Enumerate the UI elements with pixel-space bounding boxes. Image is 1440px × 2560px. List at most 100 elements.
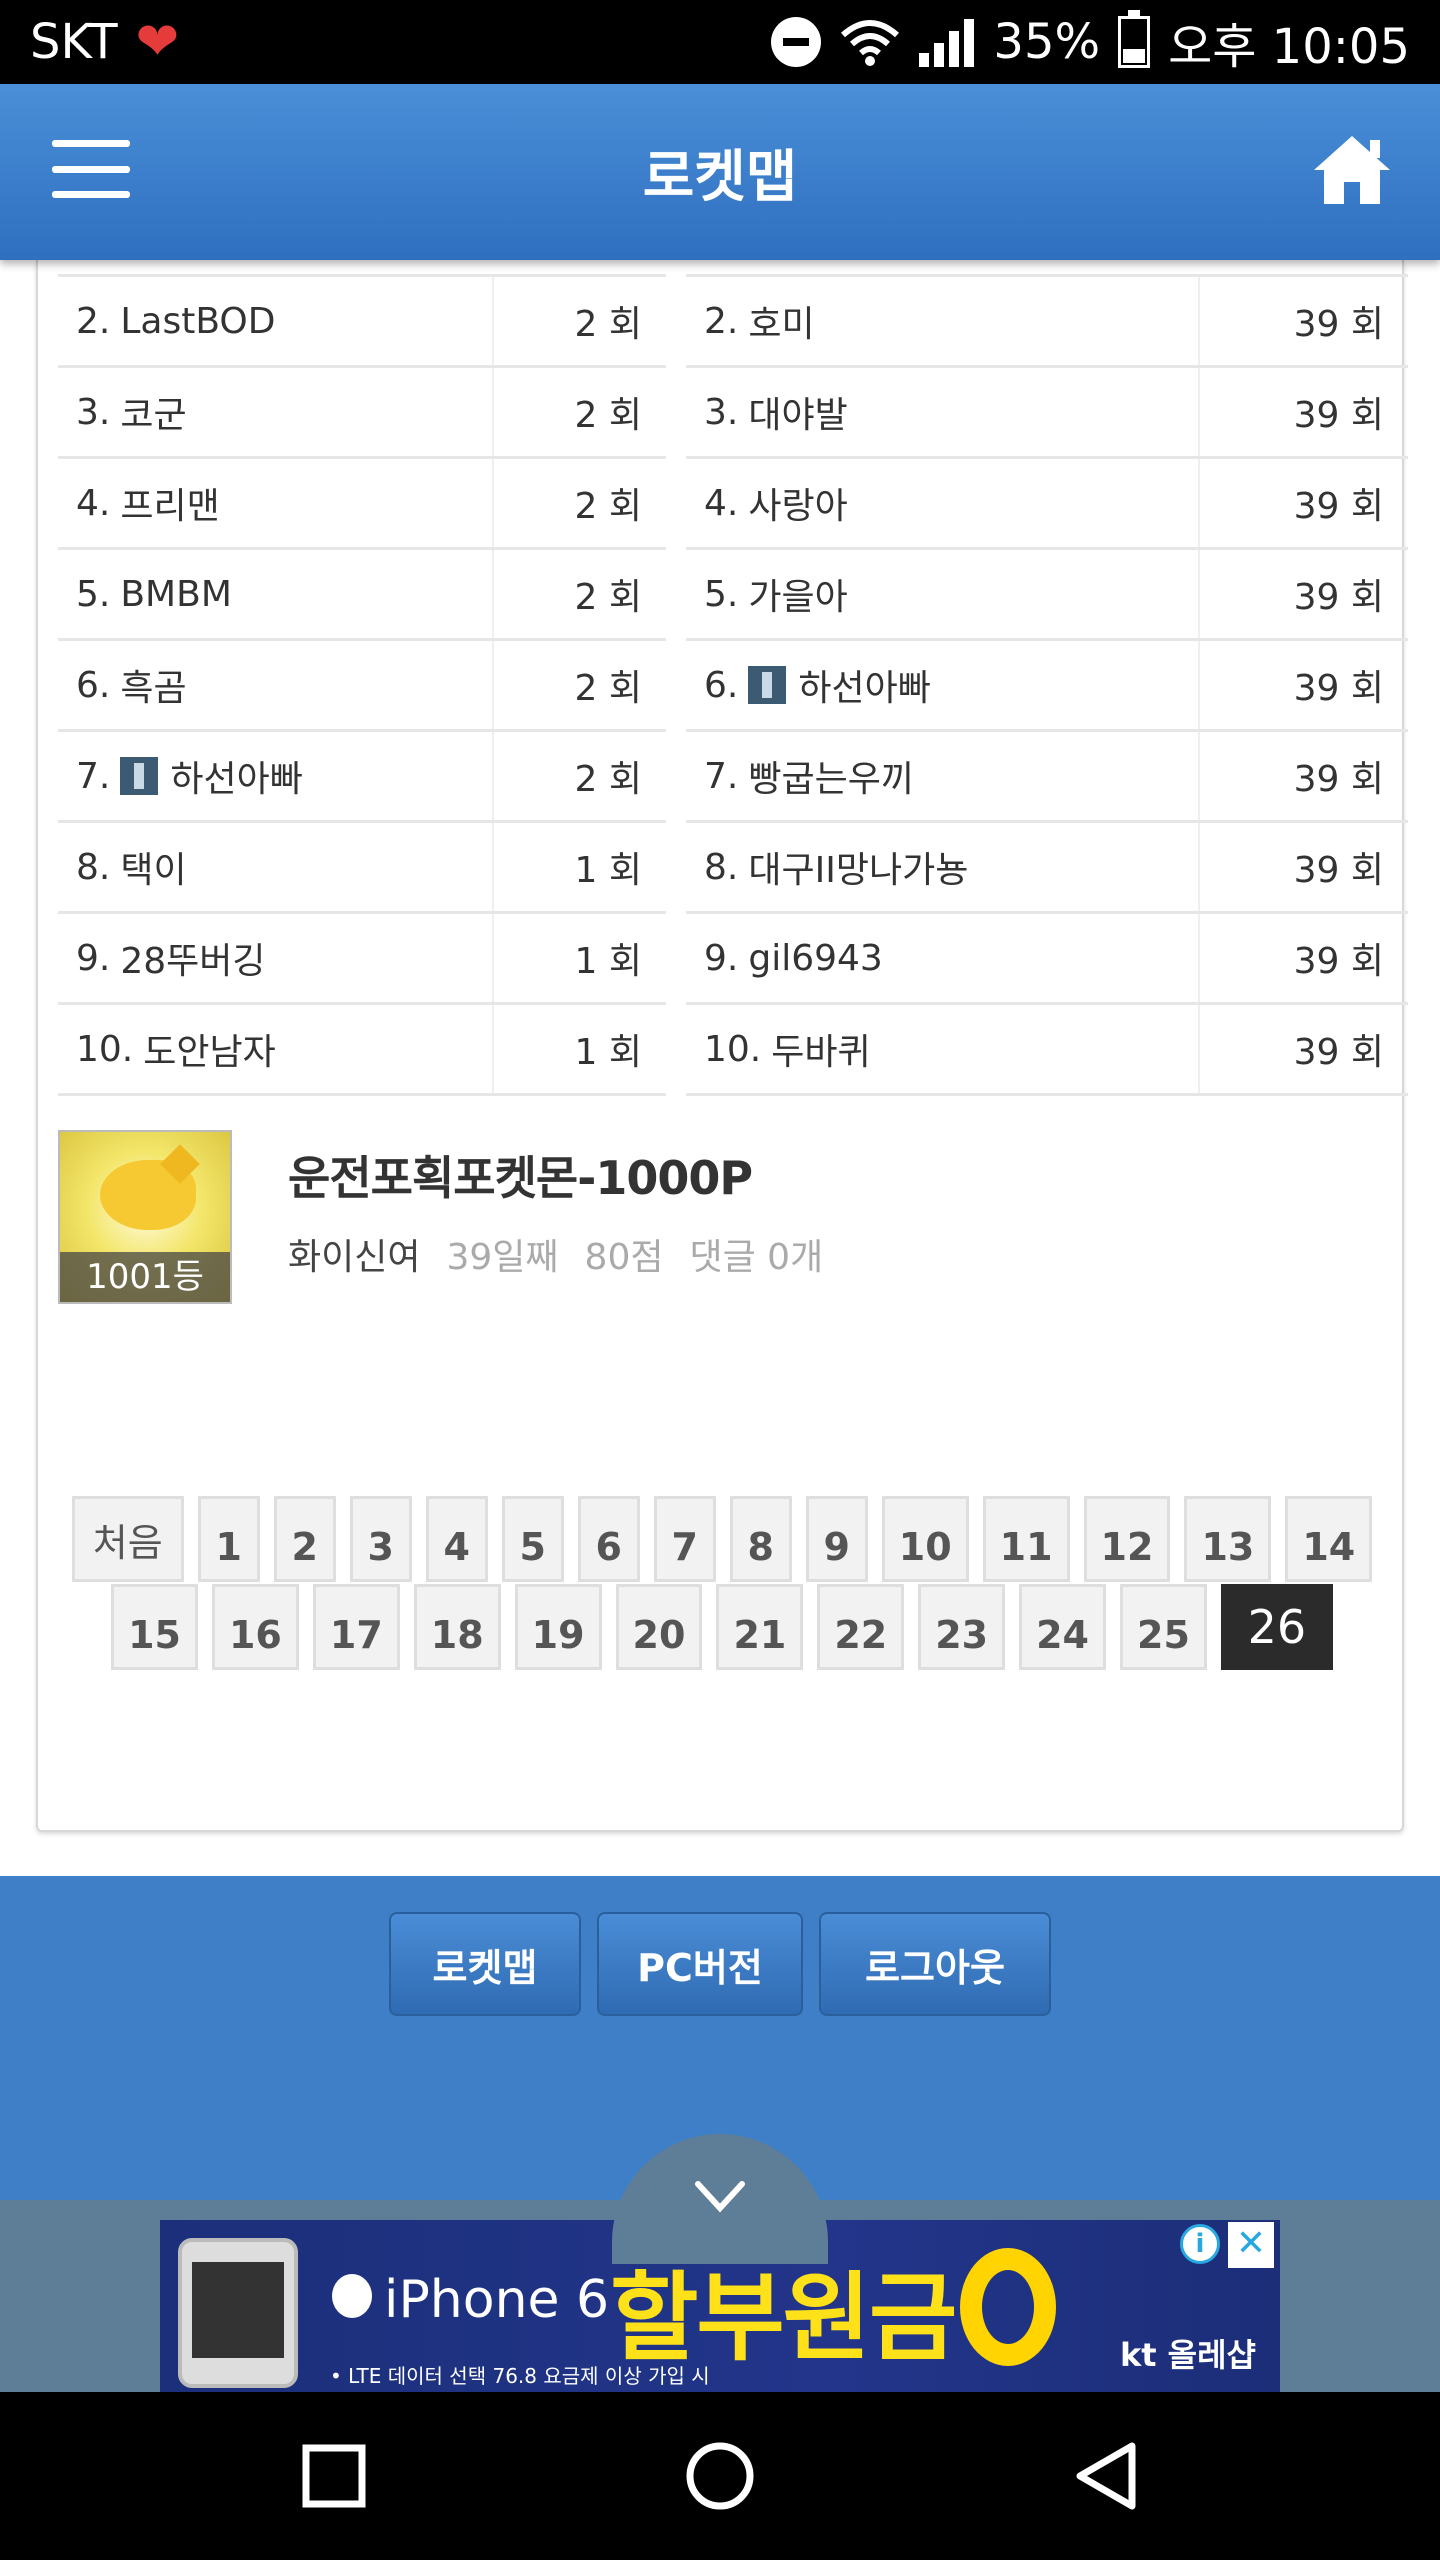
- rocketmap-button[interactable]: 로켓맵: [389, 1912, 581, 2016]
- post-points: 80점: [584, 1237, 664, 1278]
- page-button[interactable]: 20: [615, 1584, 703, 1670]
- ranking-name-cell: 4. 프리맨: [58, 459, 494, 547]
- page-button[interactable]: 16: [211, 1584, 299, 1670]
- page-button[interactable]: 10: [881, 1496, 969, 1582]
- page-button[interactable]: 25: [1120, 1584, 1207, 1670]
- first-page-button[interactable]: 처음: [71, 1496, 184, 1582]
- ranking-table-right: 2. 호미 39 회 3. 대야발 39 회 4. 사랑아 39 회 5. 가을아 39 회 6. 하선아…: [686, 274, 1408, 1096]
- page-button[interactable]: 15: [111, 1584, 198, 1670]
- page-button[interactable]: 19: [514, 1584, 602, 1670]
- ranking-table-left: 2. LastBOD 2 회 3. 코군 2 회 4. 프리맨 2 회 5. BMBM 2 회 6. 흑곰…: [58, 274, 666, 1096]
- ranking-row[interactable]: 7. 하선아빠 2 회: [58, 732, 666, 823]
- rank-number: 8.: [76, 846, 111, 888]
- ranking-row[interactable]: 10. 두바퀴 39 회: [686, 1005, 1408, 1096]
- ad-info-icon[interactable]: i: [1180, 2224, 1220, 2264]
- page-button[interactable]: 22: [817, 1584, 905, 1670]
- page-button[interactable]: 13: [1184, 1496, 1272, 1582]
- ranking-name-cell: 8. 택이: [58, 823, 494, 911]
- ranking-row[interactable]: 6. 하선아빠 39 회: [686, 641, 1408, 732]
- ranking-name-cell: 7. 빵굽는우끼: [686, 732, 1200, 820]
- rank-number: 3.: [704, 391, 739, 433]
- ranking-row[interactable]: 2. LastBOD 2 회: [58, 277, 666, 368]
- rank-number: 10.: [76, 1028, 134, 1070]
- ranking-count: 39 회: [1293, 941, 1384, 982]
- pc-version-button[interactable]: PC버전: [597, 1912, 803, 2016]
- ranking-row[interactable]: 3. 대야발 39 회: [686, 368, 1408, 459]
- ranking-row[interactable]: 7. 빵굽는우끼 39 회: [686, 732, 1408, 823]
- page-button[interactable]: 2: [273, 1496, 336, 1582]
- post-thumbnail[interactable]: 1001등: [58, 1130, 232, 1304]
- user-name: 사랑아: [748, 486, 848, 527]
- clock: 오후 10:05: [1168, 19, 1410, 75]
- logout-button[interactable]: 로그아웃: [819, 1912, 1051, 2016]
- carrier-label: SKT: [30, 14, 118, 70]
- rank-number: 6.: [704, 664, 739, 706]
- page-button[interactable]: 3: [349, 1496, 412, 1582]
- home-nav-icon[interactable]: [678, 2434, 762, 2518]
- ranking-count: 2 회: [574, 577, 642, 618]
- page-button[interactable]: 1: [197, 1496, 260, 1582]
- page-button[interactable]: 8: [729, 1496, 792, 1582]
- ranking-row[interactable]: 8. 대구II망나가뇽 39 회: [686, 823, 1408, 914]
- post-item[interactable]: 1001등 운전포획포켓몬-1000P 화이신여 39일째 80점 댓글 0개: [58, 1130, 1388, 1310]
- do-not-disturb-icon: [771, 17, 822, 67]
- ranking-row[interactable]: 4. 사랑아 39 회: [686, 459, 1408, 550]
- ranking-row[interactable]: 6. 흑곰 2 회: [58, 641, 666, 732]
- screen: SKT ❤ 35% 오후 10:05 로켓맵 2. LastBOD 2 회 3.…: [0, 0, 1440, 2560]
- ranking-row[interactable]: 10. 도안남자 1 회: [58, 1005, 666, 1096]
- ranking-count: 2 회: [574, 668, 642, 709]
- page-button[interactable]: 7: [653, 1496, 716, 1582]
- ranking-row[interactable]: 8. 택이 1 회: [58, 823, 666, 914]
- ranking-row[interactable]: 4. 프리맨 2 회: [58, 459, 666, 550]
- page-button[interactable]: 9: [805, 1496, 868, 1582]
- page-button[interactable]: 6: [577, 1496, 640, 1582]
- ranking-name-cell: 2. 호미: [686, 277, 1200, 365]
- menu-icon[interactable]: [52, 140, 130, 198]
- rank-number: 2.: [76, 300, 111, 342]
- ad-close-icon[interactable]: ✕: [1228, 2222, 1274, 2268]
- ranking-row[interactable]: 2. 호미 39 회: [686, 277, 1408, 368]
- ranking-name-cell: 5. 가을아: [686, 550, 1200, 638]
- page-button[interactable]: 14: [1285, 1496, 1373, 1582]
- ranking-count: 39 회: [1293, 1032, 1384, 1073]
- rank-number: 5.: [76, 573, 111, 615]
- pagination-row: 15 16 17 18 19 20 21 22 23 24 25 26: [38, 1584, 1406, 1670]
- page-button[interactable]: 21: [716, 1584, 804, 1670]
- page-button[interactable]: 24: [1019, 1584, 1106, 1670]
- ranking-name-cell: 5. BMBM: [58, 550, 494, 638]
- ranking-row[interactable]: 9. 28뚜버깅 1 회: [58, 914, 666, 1005]
- page-button[interactable]: 4: [425, 1496, 488, 1582]
- home-icon[interactable]: [1310, 132, 1394, 208]
- rank-number: 3.: [76, 391, 111, 433]
- current-page-button[interactable]: 26: [1220, 1584, 1333, 1670]
- page-button[interactable]: 12: [1083, 1496, 1171, 1582]
- page-button[interactable]: 17: [312, 1584, 400, 1670]
- ranking-row[interactable]: 9. gil6943 39 회: [686, 914, 1408, 1005]
- ranking-name-cell: 10. 도안남자: [58, 1005, 494, 1093]
- rank-number: 4.: [704, 482, 739, 524]
- footer-buttons: 로켓맵 PC버전 로그아웃: [0, 1912, 1440, 2016]
- user-name: 가을아: [748, 577, 848, 618]
- ranking-count: 39 회: [1293, 668, 1384, 709]
- page-button[interactable]: 5: [501, 1496, 564, 1582]
- user-avatar-icon: [748, 666, 787, 704]
- page-button[interactable]: 23: [918, 1584, 1006, 1670]
- ranking-count: 39 회: [1293, 486, 1384, 527]
- ranking-row[interactable]: 5. 가을아 39 회: [686, 550, 1408, 641]
- ranking-name-cell: 9. gil6943: [686, 914, 1200, 1002]
- heart-icon: ❤: [135, 12, 180, 72]
- ranking-count: 2 회: [574, 395, 642, 436]
- rank-number: 10.: [704, 1028, 762, 1070]
- pagination-row: 처음 1 2 3 4 5 6 7 8 9 10 11 12 13 14: [38, 1496, 1406, 1582]
- ranking-row[interactable]: 5. BMBM 2 회: [58, 550, 666, 641]
- ranking-row[interactable]: 3. 코군 2 회: [58, 368, 666, 459]
- post-title[interactable]: 운전포획포켓몬-1000P: [288, 1142, 753, 1208]
- rank-number: 5.: [704, 573, 739, 615]
- ranking-count: 39 회: [1293, 577, 1384, 618]
- page-button[interactable]: 11: [982, 1496, 1070, 1582]
- back-icon[interactable]: [1066, 2434, 1150, 2518]
- recent-apps-icon[interactable]: [292, 2434, 376, 2518]
- ranking-name-cell: 3. 대야발: [686, 368, 1200, 456]
- user-name: 두바퀴: [771, 1032, 871, 1073]
- page-button[interactable]: 18: [413, 1584, 501, 1670]
